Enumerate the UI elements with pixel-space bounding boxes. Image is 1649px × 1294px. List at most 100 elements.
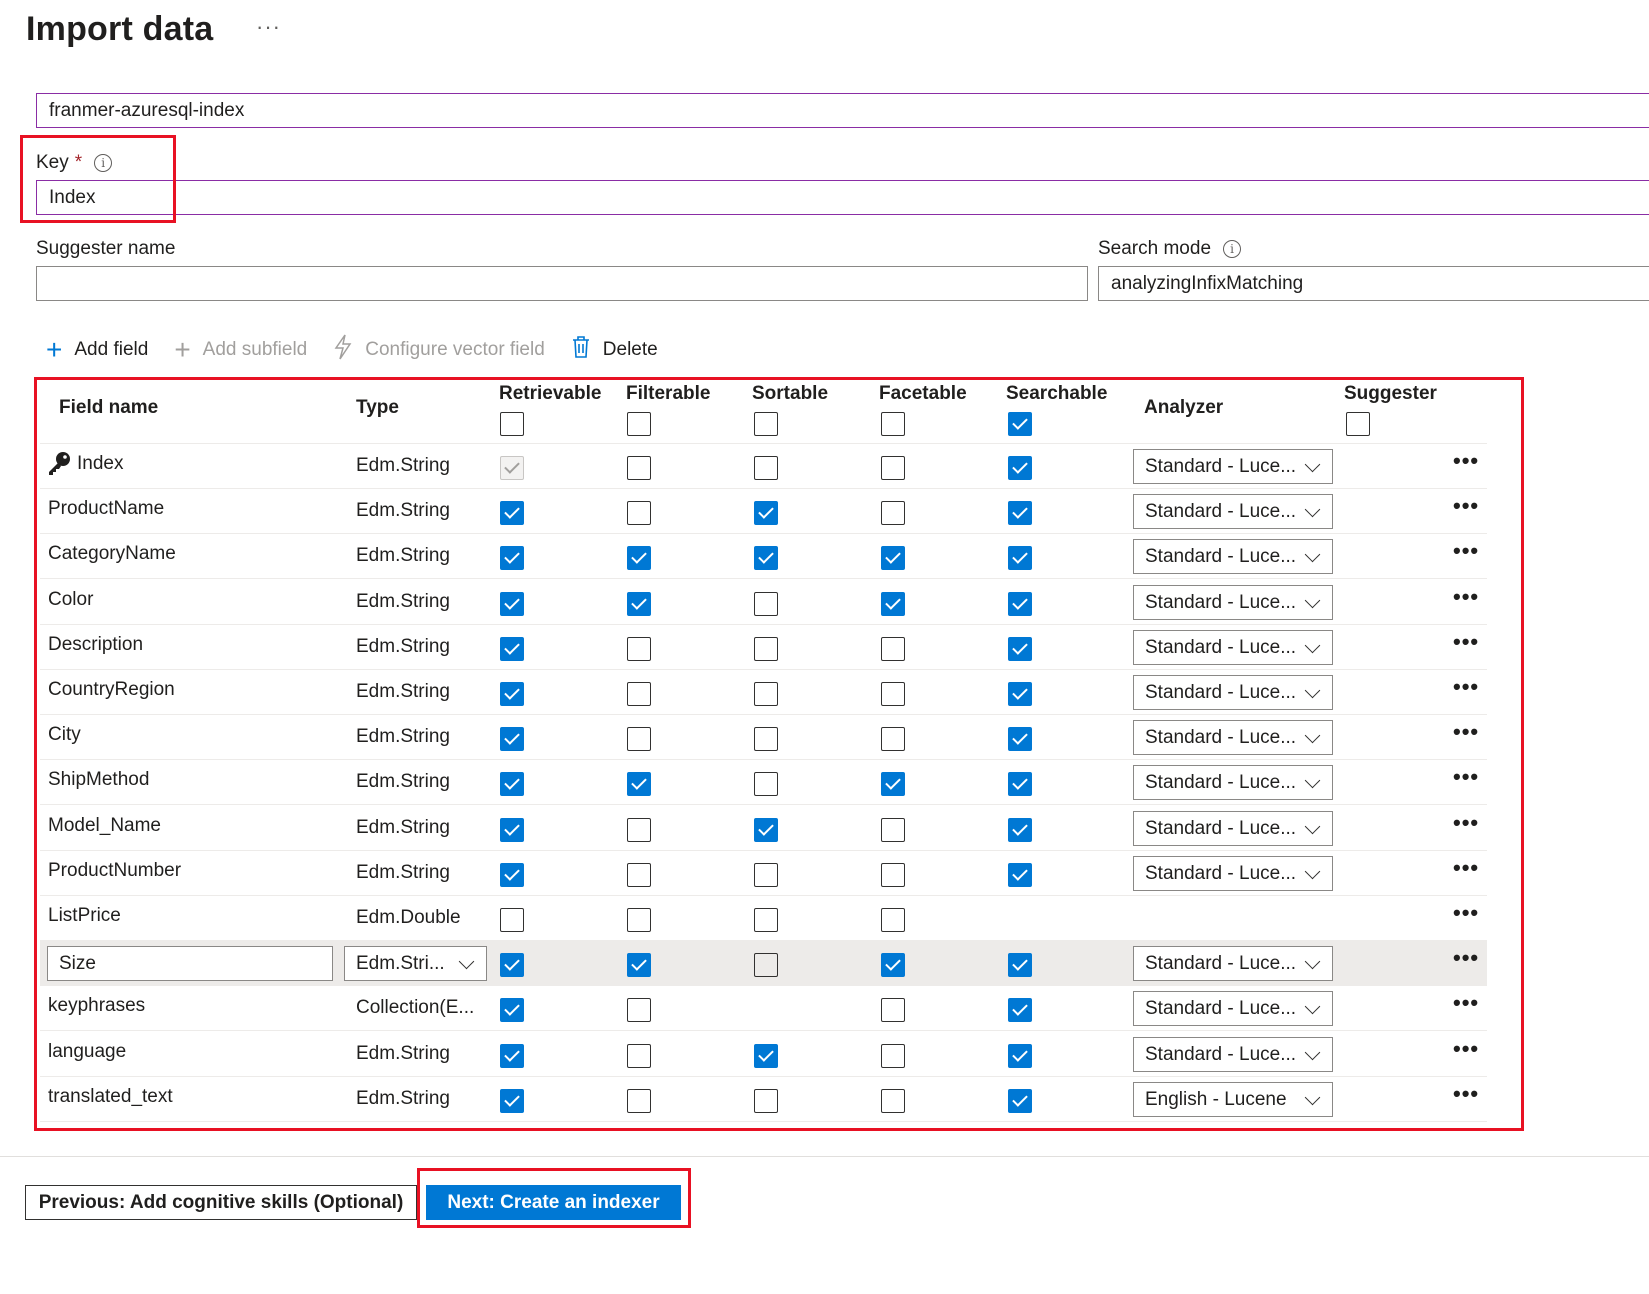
checkbox-retrievable[interactable] [500, 501, 524, 525]
row-more-icon[interactable]: ••• [1453, 493, 1479, 519]
header-checkbox-sortable[interactable] [754, 412, 778, 436]
checkbox-searchable[interactable] [1008, 1089, 1032, 1113]
header-checkbox-suggester[interactable] [1346, 412, 1370, 436]
checkbox-facetable[interactable] [881, 998, 905, 1022]
analyzer-dropdown[interactable]: Standard - Luce... [1133, 585, 1333, 620]
key-input[interactable]: Index [36, 180, 1649, 215]
row-more-icon[interactable]: ••• [1453, 945, 1479, 971]
analyzer-dropdown[interactable]: Standard - Luce... [1133, 675, 1333, 710]
checkbox-searchable[interactable] [1008, 818, 1032, 842]
row-more-icon[interactable]: ••• [1453, 538, 1479, 564]
checkbox-sortable[interactable] [754, 953, 778, 977]
checkbox-filterable[interactable] [627, 863, 651, 887]
delete-button[interactable]: Delete [571, 335, 658, 364]
analyzer-dropdown[interactable]: Standard - Luce... [1133, 765, 1333, 800]
checkbox-facetable[interactable] [881, 863, 905, 887]
checkbox-filterable[interactable] [627, 682, 651, 706]
analyzer-dropdown[interactable]: Standard - Luce... [1133, 946, 1333, 981]
checkbox-retrievable[interactable] [500, 637, 524, 661]
checkbox-searchable[interactable] [1008, 772, 1032, 796]
row-more-icon[interactable]: ••• [1453, 1036, 1479, 1062]
checkbox-filterable[interactable] [627, 592, 651, 616]
header-checkbox-filterable[interactable] [627, 412, 651, 436]
checkbox-facetable[interactable] [881, 1089, 905, 1113]
checkbox-facetable[interactable] [881, 456, 905, 480]
index-name-input[interactable]: franmer-azuresql-index [36, 93, 1649, 128]
checkbox-filterable[interactable] [627, 1044, 651, 1068]
checkbox-searchable[interactable] [1008, 1044, 1032, 1068]
field-name-input[interactable]: Size [47, 946, 333, 981]
checkbox-filterable[interactable] [627, 546, 651, 570]
checkbox-facetable[interactable] [881, 592, 905, 616]
row-more-icon[interactable]: ••• [1453, 448, 1479, 474]
checkbox-searchable[interactable] [1008, 456, 1032, 480]
row-more-icon[interactable]: ••• [1453, 764, 1479, 790]
checkbox-sortable[interactable] [754, 772, 778, 796]
checkbox-facetable[interactable] [881, 727, 905, 751]
checkbox-sortable[interactable] [754, 863, 778, 887]
row-more-icon[interactable]: ••• [1453, 855, 1479, 881]
checkbox-retrievable[interactable] [500, 998, 524, 1022]
checkbox-facetable[interactable] [881, 772, 905, 796]
checkbox-retrievable[interactable] [500, 546, 524, 570]
checkbox-filterable[interactable] [627, 501, 651, 525]
checkbox-searchable[interactable] [1008, 592, 1032, 616]
search-mode-input[interactable]: analyzingInfixMatching [1098, 266, 1649, 301]
checkbox-sortable[interactable] [754, 501, 778, 525]
checkbox-filterable[interactable] [627, 1089, 651, 1113]
add-subfield-button[interactable]: + Add subfield [174, 335, 307, 364]
checkbox-sortable[interactable] [754, 1089, 778, 1113]
checkbox-sortable[interactable] [754, 637, 778, 661]
analyzer-dropdown[interactable]: Standard - Luce... [1133, 494, 1333, 529]
checkbox-searchable[interactable] [1008, 998, 1032, 1022]
configure-vector-field-button[interactable]: Configure vector field [333, 334, 545, 365]
checkbox-retrievable[interactable] [500, 592, 524, 616]
header-checkbox-retrievable[interactable] [500, 412, 524, 436]
checkbox-searchable[interactable] [1008, 546, 1032, 570]
suggester-name-input[interactable] [36, 266, 1088, 301]
checkbox-sortable[interactable] [754, 682, 778, 706]
checkbox-sortable[interactable] [754, 727, 778, 751]
row-more-icon[interactable]: ••• [1453, 810, 1479, 836]
analyzer-dropdown[interactable]: Standard - Luce... [1133, 720, 1333, 755]
checkbox-searchable[interactable] [1008, 863, 1032, 887]
checkbox-retrievable[interactable] [500, 772, 524, 796]
checkbox-retrievable[interactable] [500, 953, 524, 977]
checkbox-searchable[interactable] [1008, 637, 1032, 661]
checkbox-retrievable[interactable] [500, 727, 524, 751]
analyzer-dropdown[interactable]: Standard - Luce... [1133, 630, 1333, 665]
field-type-dropdown[interactable]: Edm.Stri... [344, 946, 487, 981]
checkbox-facetable[interactable] [881, 818, 905, 842]
checkbox-retrievable[interactable] [500, 1089, 524, 1113]
row-more-icon[interactable]: ••• [1453, 584, 1479, 610]
checkbox-facetable[interactable] [881, 682, 905, 706]
checkbox-facetable[interactable] [881, 637, 905, 661]
checkbox-filterable[interactable] [627, 727, 651, 751]
add-field-button[interactable]: + Add field [46, 335, 148, 364]
analyzer-dropdown[interactable]: Standard - Luce... [1133, 1037, 1333, 1072]
checkbox-facetable[interactable] [881, 501, 905, 525]
checkbox-filterable[interactable] [627, 456, 651, 480]
checkbox-sortable[interactable] [754, 818, 778, 842]
checkbox-searchable[interactable] [1008, 682, 1032, 706]
checkbox-filterable[interactable] [627, 818, 651, 842]
checkbox-filterable[interactable] [627, 953, 651, 977]
checkbox-searchable[interactable] [1008, 727, 1032, 751]
checkbox-sortable[interactable] [754, 546, 778, 570]
checkbox-filterable[interactable] [627, 637, 651, 661]
row-more-icon[interactable]: ••• [1453, 674, 1479, 700]
checkbox-retrievable[interactable] [500, 1044, 524, 1068]
info-icon[interactable]: i [1223, 239, 1242, 258]
checkbox-sortable[interactable] [754, 1044, 778, 1068]
header-checkbox-facetable[interactable] [881, 412, 905, 436]
analyzer-dropdown[interactable]: Standard - Luce... [1133, 449, 1333, 484]
previous-button[interactable]: Previous: Add cognitive skills (Optional… [25, 1185, 417, 1220]
analyzer-dropdown[interactable]: English - Lucene [1133, 1082, 1333, 1117]
checkbox-retrievable[interactable] [500, 908, 524, 932]
checkbox-sortable[interactable] [754, 592, 778, 616]
row-more-icon[interactable]: ••• [1453, 719, 1479, 745]
analyzer-dropdown[interactable]: Standard - Luce... [1133, 991, 1333, 1026]
row-more-icon[interactable]: ••• [1453, 900, 1479, 926]
analyzer-dropdown[interactable]: Standard - Luce... [1133, 811, 1333, 846]
checkbox-filterable[interactable] [627, 908, 651, 932]
